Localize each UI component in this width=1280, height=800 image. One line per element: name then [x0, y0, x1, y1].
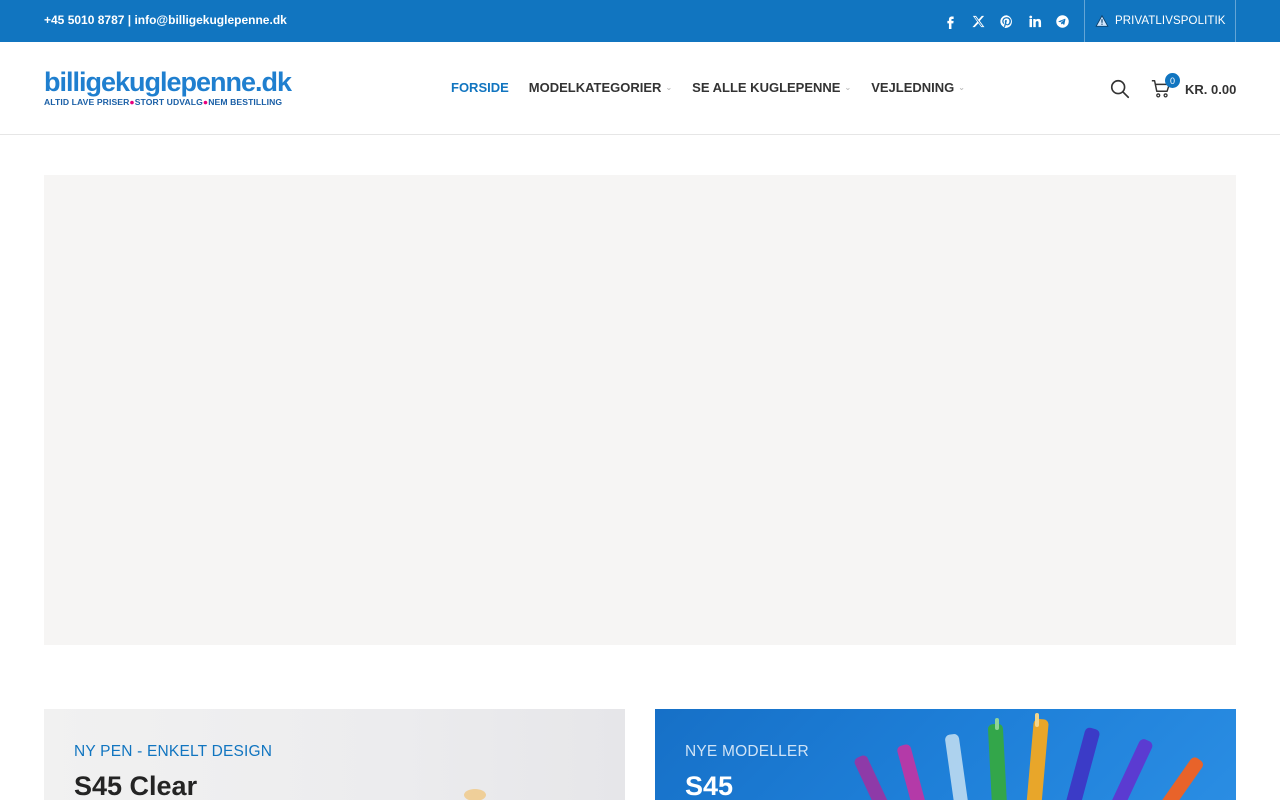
hero-slider — [44, 175, 1236, 645]
pinterest-icon — [999, 14, 1012, 28]
logo-tagline-1: ALTID LAVE PRISER — [44, 97, 130, 107]
site-logo[interactable]: billigekuglepenne.dk ALTID LAVE PRISER●S… — [44, 67, 292, 111]
facebook-link[interactable] — [936, 10, 964, 32]
pinterest-link[interactable] — [992, 10, 1020, 32]
search-button[interactable] — [1109, 78, 1131, 100]
pens-image — [854, 713, 1203, 800]
logo-tagline: ALTID LAVE PRISER●STORT UDVALG●NEM BESTI… — [44, 97, 290, 107]
cart-total: KR. 0.00 — [1185, 82, 1237, 97]
logo-tagline-2: STORT UDVALG — [134, 97, 203, 107]
chevron-down-icon: ⌄ — [665, 83, 673, 92]
nav-item-vejledning[interactable]: VEJLEDNING ⌄ — [871, 80, 965, 95]
logo-wordmark: billigekuglepenne.dk — [44, 67, 292, 97]
telegram-link[interactable] — [1048, 10, 1076, 32]
nav-item-label: MODELKATEGORIER — [528, 80, 662, 95]
nav-item-se-alle-kuglepenne[interactable]: SE ALLE KUGLEPENNE ⌄ — [692, 80, 851, 95]
chevron-down-icon: ⌄ — [844, 83, 852, 92]
logo-tagline-3: NEM BESTILLING — [208, 97, 283, 107]
nav-item-label: FORSIDE — [451, 80, 509, 95]
promo-eyebrow: NY PEN - ENKELT DESIGN — [74, 743, 273, 760]
warning-icon — [1095, 14, 1109, 27]
nav-item-forside[interactable]: FORSIDE — [451, 80, 509, 95]
promo-eyebrow: NYE MODELLER — [685, 743, 809, 760]
cart-button[interactable]: 0 KR. 0.00 — [1150, 73, 1240, 102]
chevron-down-icon: ⌄ — [958, 83, 965, 92]
x-icon — [971, 15, 984, 27]
site-header: billigekuglepenne.dk ALTID LAVE PRISER●S… — [0, 42, 1280, 135]
social-links — [936, 10, 1076, 32]
top-bar: +45 5010 8787 | info@billigekuglepenne.d… — [0, 0, 1280, 42]
main-nav: FORSIDE MODELKATEGORIER ⌄ SE ALLE KUGLEP… — [451, 80, 965, 95]
promo-card-s45-clear[interactable]: NY PEN - ENKELT DESIGN S45 Clear — [44, 709, 625, 800]
nav-item-label: VEJLEDNING — [871, 80, 955, 95]
cart-count-badge: 0 — [1165, 73, 1180, 88]
privacy-policy-label: PRIVATLIVSPOLITIK — [1115, 15, 1226, 27]
nav-item-modelkategorier[interactable]: MODELKATEGORIER ⌄ — [529, 80, 672, 95]
promo-heading: S45 — [685, 771, 734, 800]
x-link[interactable] — [964, 10, 992, 32]
privacy-policy-link[interactable]: PRIVATLIVSPOLITIK — [1084, 0, 1236, 42]
promo-card-s45[interactable]: NYE MODELLER S45 — [655, 709, 1236, 800]
linkedin-link[interactable] — [1020, 10, 1048, 32]
nav-item-label: SE ALLE KUGLEPENNE — [692, 80, 841, 95]
contact-info: +45 5010 8787 | info@billigekuglepenne.d… — [44, 13, 287, 27]
facebook-icon — [946, 16, 954, 29]
promo-heading: S45 Clear — [74, 771, 198, 800]
telegram-icon — [1055, 14, 1069, 28]
pen-image — [464, 789, 486, 800]
linkedin-icon — [1028, 15, 1041, 27]
search-icon — [1110, 79, 1130, 99]
